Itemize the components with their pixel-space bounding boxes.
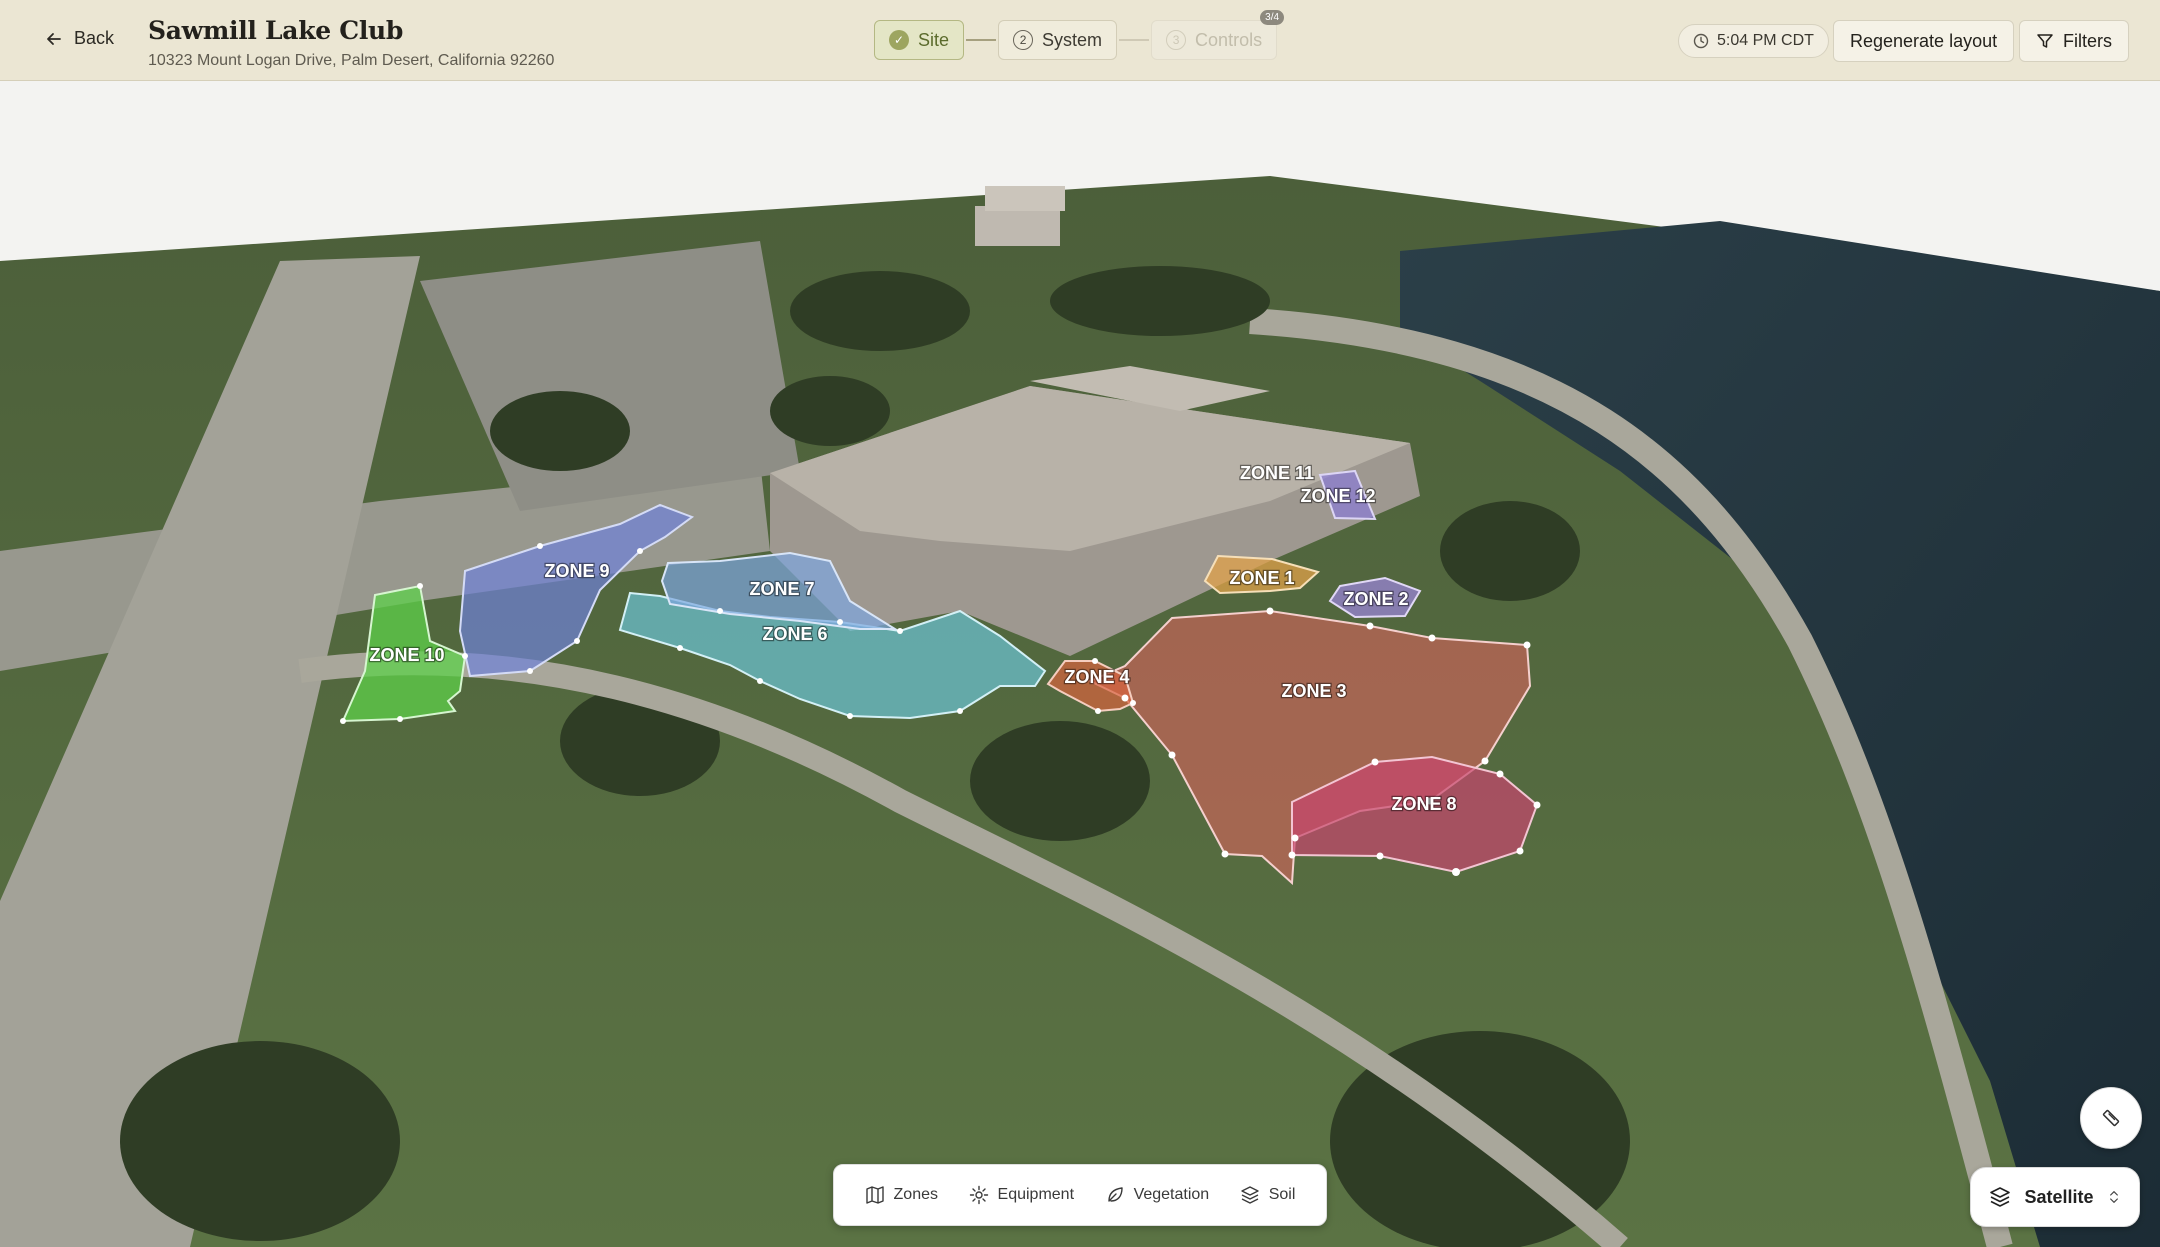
filter-icon	[2037, 34, 2053, 48]
map-scene[interactable]: ZONE 1 ZONE 2 ZONE 3 ZONE 4 ZONE 6 ZONE …	[0, 81, 2160, 1247]
palette-zones[interactable]: Zones	[865, 1185, 938, 1205]
regenerate-label: Regenerate layout	[1850, 30, 1998, 51]
ruler-icon	[2102, 1109, 2120, 1127]
back-button[interactable]: Back	[44, 28, 114, 49]
step-system[interactable]: 2 System	[998, 20, 1118, 60]
zone-label: ZONE 7	[749, 579, 814, 599]
time-chip: 5:04 PM CDT	[1678, 24, 1829, 58]
gear-icon	[969, 1185, 988, 1205]
zone-label: ZONE 9	[544, 561, 609, 581]
zone-label: ZONE 1	[1229, 568, 1294, 588]
filters-label: Filters	[2063, 30, 2112, 51]
zone-label: ZONE 6	[762, 624, 827, 644]
zone-label: ZONE 4	[1064, 667, 1129, 687]
time-text: 5:04 PM CDT	[1717, 32, 1814, 49]
clock-icon	[1693, 33, 1709, 49]
layers-icon	[1241, 1186, 1259, 1204]
zone-label: ZONE 3	[1281, 681, 1346, 701]
step-connector	[966, 39, 997, 41]
step-controls[interactable]: 3 Controls 3/4	[1151, 10, 1285, 60]
palette-soil-label: Soil	[1268, 1186, 1296, 1203]
step-site-label: Site	[918, 29, 950, 50]
palette-equipment[interactable]: Equipment	[969, 1185, 1075, 1205]
base-layer-label: Satellite	[2024, 1186, 2094, 1207]
progress-stepper: ✓ Site 2 System 3 Controls 3/4	[874, 10, 1285, 60]
step-controls-label: Controls	[1195, 29, 1263, 50]
step-site[interactable]: ✓ Site	[874, 20, 965, 60]
map-layer-palette: Zones Equipment Vegetation Soil	[833, 1164, 1327, 1226]
site-address: 10323 Mount Logan Drive, Palm Desert, Ca…	[148, 52, 555, 69]
zone-label: ZONE 12	[1300, 486, 1375, 506]
zone-label: ZONE 11	[1240, 463, 1314, 483]
check-icon: ✓	[889, 30, 909, 50]
chevron-updown-icon	[2109, 1191, 2118, 1203]
palette-zones-label: Zones	[893, 1186, 938, 1203]
step-number: 2	[1013, 30, 1034, 50]
step-count-badge: 3/4	[1260, 10, 1285, 25]
step-system-label: System	[1042, 29, 1103, 50]
leaf-icon	[1107, 1187, 1123, 1202]
palette-vegetation-label: Vegetation	[1133, 1186, 1210, 1203]
regenerate-layout-button[interactable]: Regenerate layout	[1833, 20, 2015, 62]
palette-equipment-label: Equipment	[997, 1186, 1075, 1203]
top-bar: Back Sawmill Lake Club 10323 Mount Logan…	[0, 0, 2160, 81]
site-title: Sawmill Lake Club	[148, 16, 404, 45]
palette-soil[interactable]: Soil	[1240, 1185, 1296, 1205]
arrow-left-icon	[47, 32, 61, 45]
filters-button[interactable]: Filters	[2019, 20, 2129, 62]
zone-label: ZONE 8	[1391, 794, 1456, 814]
step-connector	[1119, 39, 1150, 41]
measure-button[interactable]	[2080, 1087, 2142, 1149]
zone-label: ZONE 2	[1343, 589, 1408, 609]
layers-icon	[1990, 1187, 2011, 1207]
satellite-map[interactable]: ZONE 1 ZONE 2 ZONE 3 ZONE 4 ZONE 6 ZONE …	[0, 81, 2160, 1247]
zone-label: ZONE 10	[369, 645, 444, 665]
back-label: Back	[74, 28, 115, 48]
palette-vegetation[interactable]: Vegetation	[1105, 1185, 1210, 1205]
base-layer-select[interactable]: Satellite	[1970, 1167, 2140, 1227]
map-icon	[865, 1186, 884, 1204]
step-number: 3	[1166, 30, 1187, 50]
